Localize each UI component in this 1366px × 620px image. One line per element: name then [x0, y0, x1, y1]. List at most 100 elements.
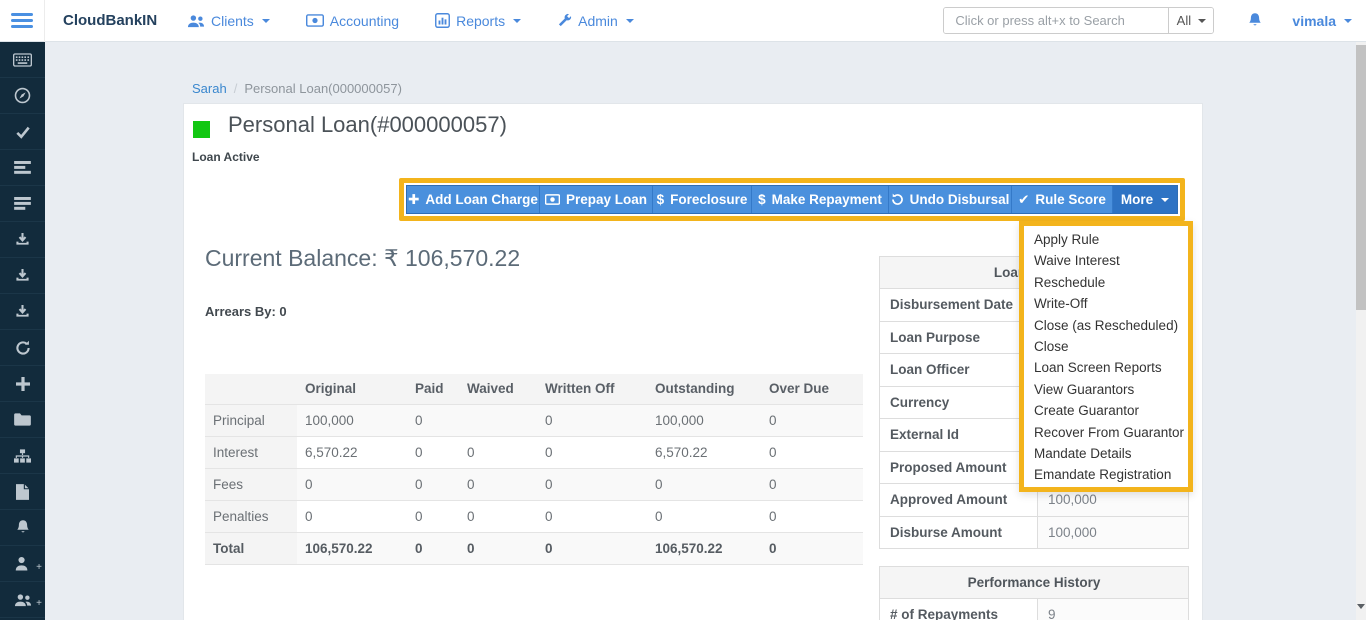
column-header: Waived	[459, 374, 537, 404]
button-label: Make Repayment	[772, 192, 882, 207]
cell: 0	[407, 500, 459, 532]
download-icon	[15, 304, 30, 319]
caret-down-icon	[1198, 19, 1206, 23]
detail-label: Approved Amount	[880, 484, 1038, 517]
sidebar-item-3[interactable]	[0, 114, 45, 150]
sidebar-item-9[interactable]	[0, 330, 45, 366]
sidebar-item-5[interactable]	[0, 186, 45, 222]
cell: 0	[407, 468, 459, 500]
sidebar-item-6[interactable]	[0, 222, 45, 258]
column-header	[205, 374, 297, 404]
row-label: Interest	[205, 436, 297, 468]
wrench-icon	[557, 13, 572, 28]
menu-admin[interactable]: Admin	[557, 13, 634, 29]
more-button[interactable]: More	[1113, 186, 1177, 213]
row-label: Principal	[205, 404, 297, 436]
top-navbar: CloudBankIN Clients Accounting Reports	[0, 0, 1366, 42]
menu-item-reschedule[interactable]: Reschedule	[1024, 272, 1188, 293]
caret-down-icon	[262, 19, 270, 23]
notifications-button[interactable]	[1247, 12, 1263, 29]
app-logo[interactable]: CloudBankIN	[63, 12, 181, 29]
caret-down-icon	[1161, 198, 1169, 202]
dollar-icon: $	[758, 192, 766, 207]
cell: 0	[761, 404, 863, 436]
menu-item-mandate-details[interactable]: Mandate Details	[1024, 443, 1188, 464]
sidebar-item-2[interactable]	[0, 78, 45, 114]
sidebar-item-11[interactable]	[0, 402, 45, 438]
cell: 0	[761, 500, 863, 532]
column-header: Outstanding	[647, 374, 761, 404]
detail-label: Proposed Amount	[880, 451, 1038, 484]
sidebar-item-10[interactable]	[0, 366, 45, 402]
menu-item-close[interactable]: Close	[1024, 336, 1188, 357]
row-label: Penalties	[205, 500, 297, 532]
make-repayment-button[interactable]: $ Make Repayment	[752, 186, 889, 213]
global-search: All	[943, 7, 1214, 34]
menu-item-waive-interest[interactable]: Waive Interest	[1024, 250, 1188, 271]
menu-reports[interactable]: Reports	[435, 13, 521, 29]
undo-disbursal-button[interactable]: Undo Disbursal	[889, 186, 1012, 213]
menu-accounting[interactable]: Accounting	[306, 13, 399, 29]
button-label: Add Loan Charge	[425, 192, 538, 207]
menu-item-create-guarantor[interactable]: Create Guarantor	[1024, 400, 1188, 421]
page-title: Personal Loan(#000000057)	[228, 110, 507, 140]
menu-item-loan-screen-reports[interactable]: Loan Screen Reports	[1024, 357, 1188, 378]
current-balance: Current Balance: ₹ 106,570.22	[205, 245, 520, 272]
menu-item-recover-from-guarantor[interactable]: Recover From Guarantor	[1024, 422, 1188, 443]
menu-item-apply-rule[interactable]: Apply Rule	[1024, 229, 1188, 250]
scrollbar-down-arrow-icon[interactable]	[1357, 604, 1365, 609]
cell: 106,570.22	[297, 532, 407, 564]
breadcrumb-client-link[interactable]: Sarah	[192, 81, 227, 96]
menu-clients[interactable]: Clients	[187, 13, 270, 29]
detail-value: 9	[1038, 599, 1189, 620]
sidebar-item-16[interactable]: +	[0, 582, 45, 618]
compass-icon	[14, 87, 31, 104]
table-header-row: Original Paid Waived Written Off Outstan…	[205, 374, 863, 404]
loan-status-square	[193, 121, 210, 138]
scrollbar-thumb[interactable]	[1356, 45, 1366, 310]
cell	[459, 404, 537, 436]
table-row-penalties: Penalties 0 0 0 0 0 0	[205, 500, 863, 532]
menu-item-view-guarantors[interactable]: View Guarantors	[1024, 379, 1188, 400]
sidebar-item-13[interactable]	[0, 474, 45, 510]
search-input[interactable]	[944, 8, 1168, 33]
users-icon	[187, 14, 205, 28]
plus-icon: +	[36, 599, 42, 609]
check-icon	[15, 125, 31, 139]
sidebar-item-4[interactable]	[0, 150, 45, 186]
sidebar-item-14[interactable]	[0, 510, 45, 546]
cell: 100,000	[647, 404, 761, 436]
download-icon	[15, 232, 30, 247]
foreclosure-button[interactable]: $ Foreclosure	[653, 186, 752, 213]
menu-item-write-off[interactable]: Write-Off	[1024, 293, 1188, 314]
breadcrumb-separator: /	[234, 81, 238, 96]
detail-label: Loan Purpose	[880, 321, 1038, 354]
menu-item-emandate-registration[interactable]: Emandate Registration	[1024, 464, 1188, 485]
username: vimala	[1292, 13, 1336, 29]
tasks-icon	[14, 161, 31, 174]
sidebar-item-7[interactable]	[0, 258, 45, 294]
sidebar-item-1[interactable]	[0, 42, 45, 78]
button-label: Undo Disbursal	[910, 192, 1010, 207]
cell: 0	[459, 532, 537, 564]
prepay-loan-button[interactable]: Prepay Loan	[540, 186, 653, 213]
left-sidebar: + +	[0, 42, 45, 620]
cell: 6,570.22	[647, 436, 761, 468]
sidebar-item-8[interactable]	[0, 294, 45, 330]
detail-row-num-repayments: # of Repayments 9	[880, 599, 1189, 620]
caret-down-icon	[1344, 19, 1352, 23]
loan-detail-card: Personal Loan(#000000057) Loan Active ✚ …	[183, 103, 1203, 620]
user-menu[interactable]: vimala	[1292, 13, 1352, 29]
sidebar-item-12[interactable]	[0, 438, 45, 474]
rule-score-button[interactable]: ✔ Rule Score	[1012, 186, 1113, 213]
sidebar-toggle-button[interactable]	[0, 0, 45, 42]
add-loan-charge-button[interactable]: ✚ Add Loan Charge	[407, 186, 540, 213]
loan-status-text: Loan Active	[192, 150, 260, 164]
sidebar-item-15[interactable]: +	[0, 546, 45, 582]
plus-icon	[16, 377, 30, 391]
search-scope-dropdown[interactable]: All	[1168, 8, 1213, 33]
download-icon	[15, 268, 30, 283]
menu-item-close-as-rescheduled[interactable]: Close (as Rescheduled)	[1024, 315, 1188, 336]
cell: 100,000	[297, 404, 407, 436]
search-scope-label: All	[1177, 13, 1191, 28]
